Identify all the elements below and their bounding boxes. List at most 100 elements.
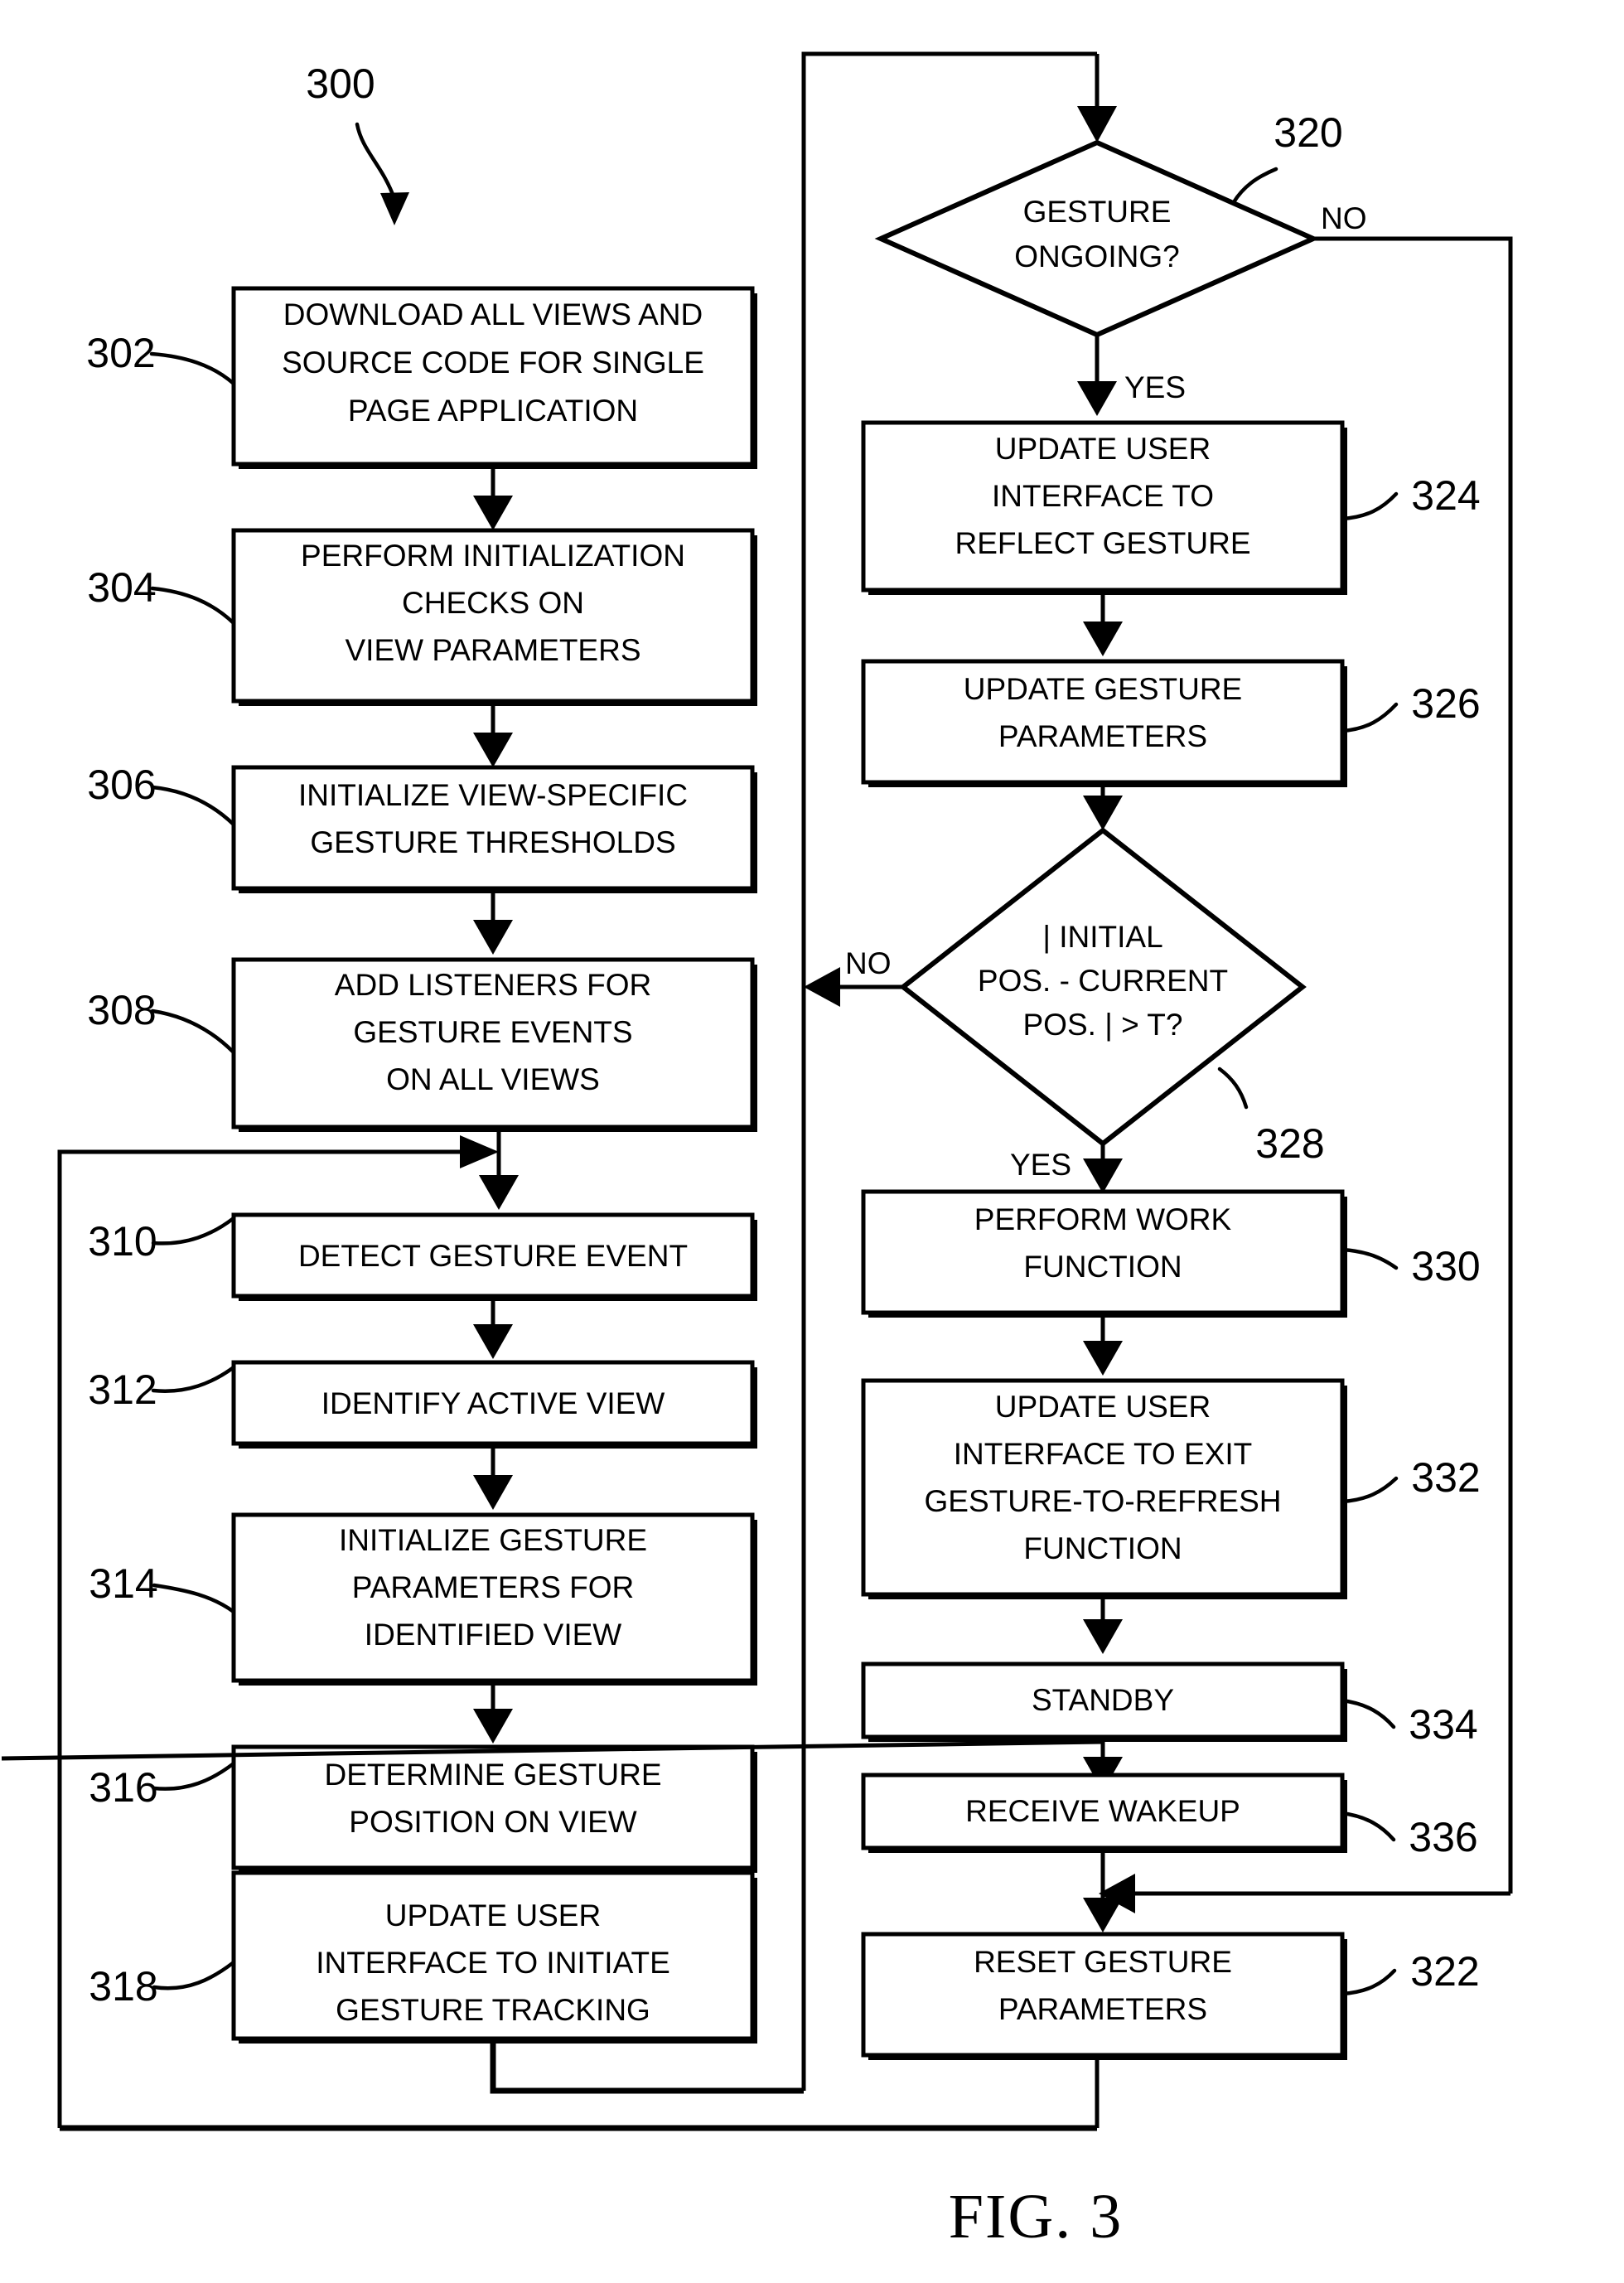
node-310[interactable]: DETECT GESTURE EVENT	[231, 1212, 757, 1301]
leader-330	[1340, 1247, 1399, 1270]
node-314-line-1: PARAMETERS FOR	[352, 1570, 635, 1604]
leader-308	[150, 1008, 236, 1055]
arrow-306-308	[473, 893, 513, 955]
ref-330: 330	[1411, 1243, 1480, 1289]
node-326-line-0: UPDATE GESTURE	[964, 672, 1242, 706]
node-336[interactable]: RECEIVE WAKEUP	[861, 1773, 1347, 1853]
branch-label-320-no: NO	[1321, 201, 1367, 235]
ref-318: 318	[89, 1963, 157, 2010]
arrow-312-314	[473, 1449, 513, 1510]
node-304-line-2: VIEW PARAMETERS	[345, 633, 640, 667]
node-332-line-3: FUNCTION	[1023, 1531, 1182, 1565]
leader-314	[152, 1583, 236, 1614]
leader-302	[149, 351, 236, 386]
node-318-line-1: INTERFACE TO INITIATE	[316, 1946, 670, 1980]
ref-310: 310	[88, 1218, 157, 1265]
node-328-line-1: POS. - CURRENT	[978, 964, 1228, 998]
node-314-line-2: IDENTIFIED VIEW	[365, 1618, 621, 1652]
node-336-line-0: RECEIVE WAKEUP	[965, 1794, 1240, 1828]
node-326[interactable]: UPDATE GESTURE PARAMETERS	[861, 659, 1347, 787]
node-318-line-0: UPDATE USER	[385, 1898, 601, 1932]
ref-336: 336	[1409, 1814, 1477, 1860]
flowchart-svg: 300 DOWNLOAD ALL VIEWS AND SOURCE CODE F…	[1, 51, 1513, 2252]
node-330[interactable]: PERFORM WORK FUNCTION	[861, 1189, 1347, 1318]
figure-number-leader	[355, 122, 409, 225]
ref-314: 314	[89, 1560, 157, 1607]
node-302-line-1: SOURCE CODE FOR SINGLE	[282, 346, 704, 380]
node-324-line-2: REFLECT GESTURE	[955, 526, 1250, 560]
node-308[interactable]: ADD LISTENERS FOR GESTURE EVENTS ON ALL …	[231, 957, 757, 1132]
leader-304	[150, 586, 236, 626]
ref-306: 306	[87, 762, 156, 808]
node-308-line-0: ADD LISTENERS FOR	[335, 968, 651, 1002]
node-304-line-0: PERFORM INITIALIZATION	[301, 539, 685, 573]
node-322-line-0: RESET GESTURE	[974, 1945, 1232, 1979]
ref-332: 332	[1411, 1454, 1480, 1501]
arrow-304-306	[473, 706, 513, 767]
ref-324: 324	[1411, 472, 1480, 519]
node-320[interactable]: GESTURE ONGOING?	[874, 139, 1320, 338]
node-324-line-1: INTERFACE TO	[992, 479, 1214, 513]
node-306[interactable]: INITIALIZE VIEW-SPECIFIC GESTURE THRESHO…	[231, 765, 757, 893]
arrow-302-304	[473, 469, 513, 530]
leader-320	[1231, 167, 1278, 205]
node-320-line-0: GESTURE	[1023, 195, 1172, 229]
node-304[interactable]: PERFORM INITIALIZATION CHECKS ON VIEW PA…	[231, 528, 757, 706]
ref-302: 302	[86, 330, 155, 376]
leader-318	[152, 1960, 236, 1990]
ref-326: 326	[1411, 680, 1480, 727]
ref-322: 322	[1410, 1948, 1479, 1995]
node-334[interactable]: STANDBY	[861, 1661, 1347, 1742]
node-324[interactable]: UPDATE USER INTERFACE TO REFLECT GESTURE	[861, 420, 1347, 595]
node-332-line-2: GESTURE-TO-REFRESH	[924, 1484, 1281, 1518]
node-316[interactable]: DETERMINE GESTURE POSITION ON VIEW	[231, 1744, 757, 1873]
leader-310	[151, 1216, 236, 1245]
leader-312	[151, 1365, 236, 1393]
branch-label-320-yes: YES	[1124, 370, 1186, 404]
node-316-line-0: DETERMINE GESTURE	[324, 1758, 661, 1792]
node-332[interactable]: UPDATE USER INTERFACE TO EXIT GESTURE-TO…	[861, 1378, 1347, 1599]
arrow-326-328	[1083, 787, 1123, 830]
leader-306	[150, 785, 236, 827]
node-312[interactable]: IDENTIFY ACTIVE VIEW	[231, 1360, 757, 1449]
figure-number-300: 300	[306, 60, 375, 107]
ref-308: 308	[87, 987, 156, 1033]
node-306-line-1: GESTURE THRESHOLDS	[310, 825, 675, 859]
branch-320-yes	[1077, 335, 1117, 416]
ref-328: 328	[1255, 1120, 1324, 1167]
node-326-line-1: PARAMETERS	[998, 719, 1207, 753]
node-304-line-1: CHECKS ON	[402, 586, 584, 620]
node-306-line-0: INITIALIZE VIEW-SPECIFIC	[298, 778, 688, 812]
branch-328-yes	[1083, 1144, 1123, 1193]
node-302[interactable]: DOWNLOAD ALL VIEWS AND SOURCE CODE FOR S…	[231, 286, 757, 469]
node-334-line-0: STANDBY	[1032, 1683, 1174, 1717]
leader-322	[1340, 1968, 1397, 1996]
node-320-line-1: ONGOING?	[1014, 239, 1179, 273]
node-318-line-2: GESTURE TRACKING	[336, 1993, 650, 2027]
node-328-line-2: POS. | > T?	[1023, 1008, 1183, 1042]
node-328-line-0: | INITIAL	[1042, 920, 1162, 954]
arrow-332-334	[1083, 1599, 1123, 1654]
leader-324	[1340, 491, 1399, 521]
arrow-308-310	[479, 1132, 519, 1210]
ref-334: 334	[1409, 1701, 1477, 1748]
leader-336	[1340, 1811, 1396, 1842]
node-324-line-0: UPDATE USER	[995, 432, 1211, 466]
arrow-310-312	[473, 1301, 513, 1359]
node-332-line-0: UPDATE USER	[995, 1390, 1211, 1424]
arrow-324-326	[1083, 595, 1123, 656]
node-330-line-1: FUNCTION	[1023, 1250, 1182, 1284]
node-322[interactable]: RESET GESTURE PARAMETERS	[861, 1932, 1347, 2060]
node-314[interactable]: INITIALIZE GESTURE PARAMETERS FOR IDENTI…	[231, 1512, 757, 1686]
ref-316: 316	[89, 1764, 157, 1811]
node-302-line-2: PAGE APPLICATION	[348, 394, 638, 428]
arrow-330-332	[1083, 1318, 1123, 1376]
ref-320: 320	[1274, 109, 1342, 156]
node-318[interactable]: UPDATE USER INTERFACE TO INITIATE GESTUR…	[231, 1870, 757, 2044]
node-332-line-1: INTERFACE TO EXIT	[954, 1437, 1252, 1471]
figure-root: 300 DOWNLOAD ALL VIEWS AND SOURCE CODE F…	[0, 0, 1624, 2283]
leader-328	[1217, 1067, 1249, 1110]
node-302-line-0: DOWNLOAD ALL VIEWS AND	[283, 297, 703, 331]
node-308-line-1: GESTURE EVENTS	[353, 1015, 632, 1049]
leader-334	[1340, 1698, 1396, 1729]
